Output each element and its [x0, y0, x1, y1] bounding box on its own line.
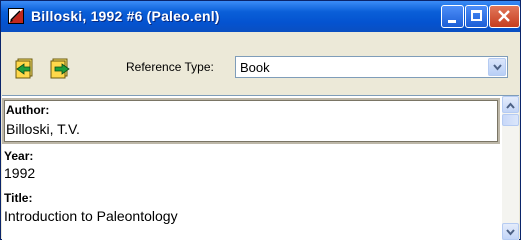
author-field[interactable]: Author: Billoski, T.V. — [2, 98, 500, 144]
chevron-up-icon — [506, 102, 515, 109]
reference-type-value: Book — [240, 60, 270, 75]
minimize-icon — [448, 20, 456, 23]
window-title: Billoski, 1992 #6 (Paleo.enl) — [31, 8, 220, 24]
chevron-down-icon — [506, 229, 515, 236]
close-button[interactable] — [489, 5, 520, 28]
minimize-button[interactable] — [441, 5, 464, 28]
reference-type-dropdown-button[interactable] — [488, 58, 506, 76]
year-value[interactable]: 1992 — [4, 165, 35, 181]
record-toolbar: Reference Type: Book — [2, 33, 519, 94]
year-label: Year: — [4, 149, 34, 163]
title-label: Title: — [4, 191, 33, 205]
vertical-scrollbar[interactable] — [502, 96, 519, 240]
year-field[interactable]: Year: 1992 — [2, 146, 500, 186]
reference-type-select[interactable]: Book — [235, 56, 508, 78]
scroll-down-button[interactable] — [502, 223, 519, 240]
maximize-icon — [471, 10, 482, 21]
author-value[interactable]: Billoski, T.V. — [6, 121, 80, 137]
endnote-reference-icon — [8, 8, 24, 24]
reference-window: Billoski, 1992 #6 (Paleo.enl) Reference … — [0, 0, 521, 240]
reference-fields-panel: Author: Billoski, T.V. Year: 1992 Title:… — [2, 95, 519, 240]
chevron-down-icon — [493, 64, 502, 71]
scroll-up-button[interactable] — [502, 96, 519, 113]
title-bar[interactable]: Billoski, 1992 #6 (Paleo.enl) — [1, 1, 520, 32]
previous-record-icon — [15, 58, 33, 79]
scroll-thumb[interactable] — [502, 114, 519, 126]
reference-type-label: Reference Type: — [126, 60, 214, 74]
close-icon — [498, 10, 510, 22]
next-record-button[interactable] — [49, 57, 71, 79]
maximize-button[interactable] — [465, 5, 488, 28]
next-record-icon — [50, 58, 70, 79]
previous-record-button[interactable] — [14, 57, 36, 79]
title-field[interactable]: Title: Introduction to Paleontology — [2, 188, 500, 238]
title-value[interactable]: Introduction to Paleontology — [4, 208, 178, 224]
author-label: Author: — [6, 103, 50, 117]
